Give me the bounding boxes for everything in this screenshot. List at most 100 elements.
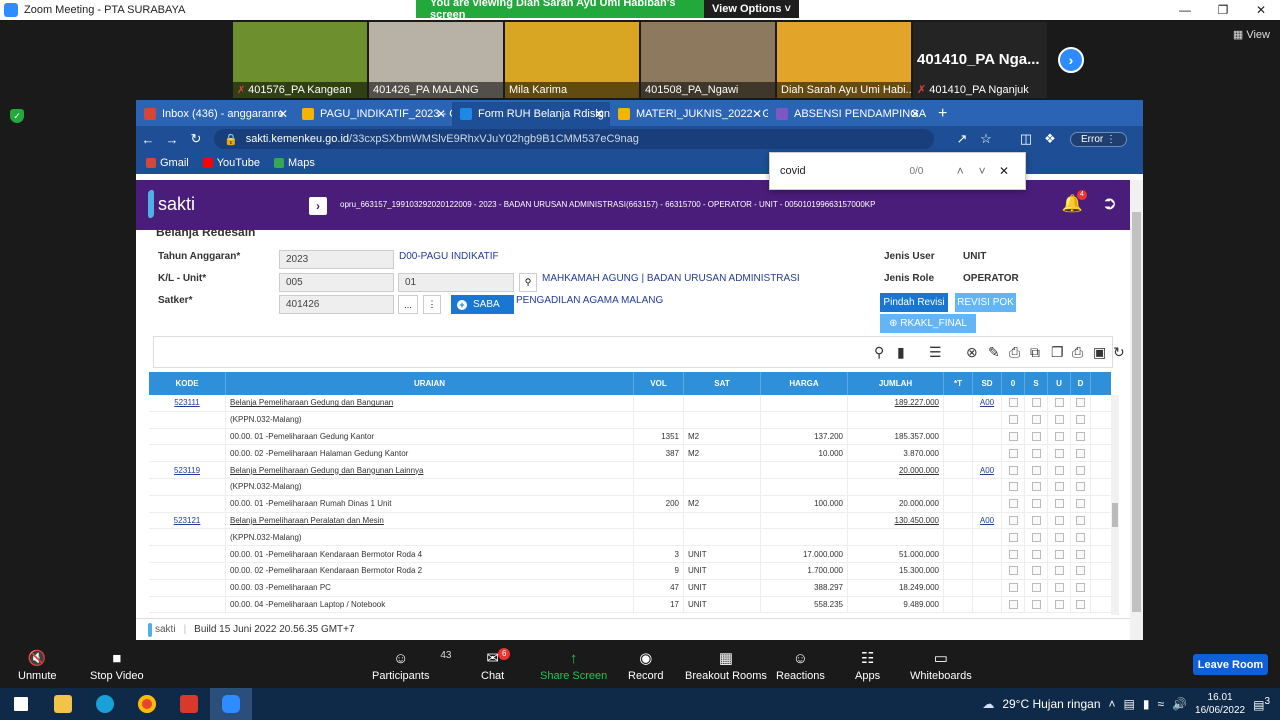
table-row[interactable]: 00.00. 03 -Pemeliharaan PC 47 UNIT 388.297 1… xyxy=(149,579,1111,597)
chrome-button[interactable] xyxy=(126,688,168,720)
checkbox[interactable] xyxy=(1031,599,1041,609)
error-button[interactable]: Error ⋮ xyxy=(1070,131,1128,147)
checkbox[interactable] xyxy=(1031,583,1041,593)
checkbox[interactable] xyxy=(1076,549,1085,559)
checkbox[interactable] xyxy=(1076,431,1085,441)
checkbox[interactable] xyxy=(1054,431,1064,441)
checkbox[interactable] xyxy=(1054,532,1064,542)
extension-icon[interactable]: ❖ xyxy=(1038,131,1062,147)
whiteboards-button[interactable]: ▭ Whiteboards xyxy=(910,646,972,682)
search-button[interactable]: ⚲ xyxy=(519,273,537,292)
start-button[interactable] xyxy=(0,688,42,720)
checkbox[interactable] xyxy=(1054,583,1064,593)
browser-tab[interactable]: MATERI_JUKNIS_2022 - G ✕ xyxy=(610,102,768,126)
wifi-icon[interactable]: ≈ xyxy=(1157,697,1164,711)
checkbox[interactable] xyxy=(1031,465,1041,475)
notifications-icon[interactable]: ▤3 xyxy=(1253,696,1270,712)
sidebar-icon[interactable]: ◫ xyxy=(1014,131,1038,147)
duplicate-icon[interactable]: ❐ xyxy=(1051,344,1064,361)
column-header[interactable]: HARGA xyxy=(761,372,848,395)
find-next-icon[interactable]: ˅ xyxy=(971,164,993,178)
view-options-button[interactable]: View Options ˅ xyxy=(704,0,799,18)
table-row[interactable]: 523111 Belanja Pemeliharaan Gedung dan Ba… xyxy=(149,395,1111,412)
view-button[interactable]: ▦ View xyxy=(1233,28,1270,41)
rkakl-final-button[interactable]: ⊕ RKAKL_FINAL xyxy=(880,314,976,333)
tab-close-icon[interactable]: ✕ xyxy=(436,107,446,121)
browser-tab[interactable]: Form RUH Belanja Rdisign ✕ xyxy=(452,102,610,126)
browser-tab[interactable]: ABSENSI PENDAMPINGAN ✕ xyxy=(768,102,926,126)
participant-thumbnail[interactable]: Diah Sarah Ayu Umi Habi... xyxy=(777,22,911,98)
page-scroll-thumb[interactable] xyxy=(1132,212,1141,612)
checkbox[interactable] xyxy=(1054,448,1064,458)
bookmark-item[interactable]: Gmail xyxy=(146,157,189,169)
checkbox[interactable] xyxy=(1031,549,1041,559)
tahun-anggaran-input[interactable]: 2023 xyxy=(279,250,394,269)
checkbox[interactable] xyxy=(1008,482,1018,492)
back-icon[interactable]: ← xyxy=(136,132,160,147)
column-header[interactable]: 0 xyxy=(1002,372,1025,395)
checkbox[interactable] xyxy=(1008,431,1018,441)
checkbox[interactable] xyxy=(1076,465,1085,475)
network-icon[interactable]: ▤ xyxy=(1124,697,1135,711)
copy-icon[interactable]: ⧉ xyxy=(1030,344,1040,361)
saba-button[interactable]: + SABA xyxy=(451,295,514,314)
minimize-icon[interactable]: — xyxy=(1166,0,1204,20)
checkbox[interactable] xyxy=(1076,583,1085,593)
grid-scrollbar[interactable] xyxy=(1111,395,1119,615)
reactions-button[interactable]: ☺ Reactions xyxy=(776,646,825,683)
checkbox[interactable] xyxy=(1076,482,1085,492)
column-header[interactable]: *T xyxy=(944,372,973,395)
table-row[interactable]: 00.00. 02 -Pemeliharaan Kendaraan Bermot… xyxy=(149,562,1111,580)
checkbox[interactable] xyxy=(1054,482,1064,492)
checkbox[interactable] xyxy=(1076,415,1085,425)
table-row[interactable]: 00.00. 01 -Pemeliharaan Rumah Dinas 1 Un… xyxy=(149,495,1111,513)
volume-icon[interactable]: 🔊 xyxy=(1172,697,1187,711)
checkbox[interactable] xyxy=(1008,599,1018,609)
table-row[interactable]: 523121 Belanja Pemeliharaan Peralatan dan… xyxy=(149,512,1111,530)
checkbox[interactable] xyxy=(1054,566,1064,576)
browser-tab[interactable]: PAGU_INDIKATIF_2023 - G ✕ xyxy=(294,102,452,126)
bell-icon[interactable]: 🔔 4 xyxy=(1062,190,1087,214)
zoom-app-button[interactable] xyxy=(210,688,252,720)
checkbox[interactable] xyxy=(1031,415,1041,425)
participants-button[interactable]: ☺ 43 Participants xyxy=(372,646,451,683)
column-header[interactable]: URAIAN xyxy=(226,372,634,395)
logout-icon[interactable]: ➲ xyxy=(1102,193,1117,214)
table-row[interactable]: 00.00. 02 -Pemeliharaan Halaman Gedung K… xyxy=(149,445,1111,463)
bookmark-item[interactable]: YouTube xyxy=(202,157,260,169)
unit-input[interactable]: 01 xyxy=(398,273,514,292)
checkbox[interactable] xyxy=(1076,398,1085,408)
column-header[interactable]: S xyxy=(1025,372,1048,395)
refresh-icon[interactable]: ↻ xyxy=(1113,344,1125,361)
table-row[interactable]: (KPPN.032-Malang) xyxy=(149,529,1111,547)
checkbox[interactable] xyxy=(1054,499,1064,509)
print-icon[interactable]: ⎙ xyxy=(1072,344,1083,361)
checkbox[interactable] xyxy=(1031,448,1041,458)
chat-button[interactable]: ✉ 6 Chat xyxy=(481,646,511,682)
find-prev-icon[interactable]: ˄ xyxy=(949,164,971,178)
column-header[interactable]: KODE xyxy=(149,372,226,395)
column-header[interactable]: JUMLAH xyxy=(848,372,944,395)
cancel-icon[interactable]: ⊗ xyxy=(966,344,978,361)
unmute-button[interactable]: 🔇 Unmute xyxy=(18,646,57,682)
checkbox[interactable] xyxy=(1076,448,1085,458)
grid-scroll-thumb[interactable] xyxy=(1112,503,1118,527)
address-bar[interactable]: 🔒 sakti.kemenkeu.go.id/33cxpSXbmWMSlvE9R… xyxy=(214,129,934,149)
bookmark-icon[interactable]: ▮ xyxy=(897,344,905,361)
weather-text[interactable]: 29°C Hujan ringan xyxy=(1002,697,1100,711)
column-header[interactable]: VOL xyxy=(634,372,684,395)
expand-menu-button[interactable]: › xyxy=(309,197,327,215)
column-header[interactable]: D xyxy=(1071,372,1091,395)
bookmark-item[interactable]: Maps xyxy=(273,157,315,169)
paste-icon[interactable]: ⎙ xyxy=(1009,344,1020,361)
checkbox[interactable] xyxy=(1031,431,1041,441)
edge-button[interactable] xyxy=(84,688,126,720)
checkbox[interactable] xyxy=(1008,566,1018,576)
new-tab-button[interactable]: + xyxy=(926,102,959,126)
column-header[interactable]: SD xyxy=(973,372,1002,395)
checkbox[interactable] xyxy=(1076,532,1085,542)
forward-icon[interactable]: → xyxy=(160,132,184,147)
checkbox[interactable] xyxy=(1031,566,1041,576)
apps-button[interactable]: ☷ Apps xyxy=(855,646,880,682)
column-header[interactable]: U xyxy=(1048,372,1071,395)
